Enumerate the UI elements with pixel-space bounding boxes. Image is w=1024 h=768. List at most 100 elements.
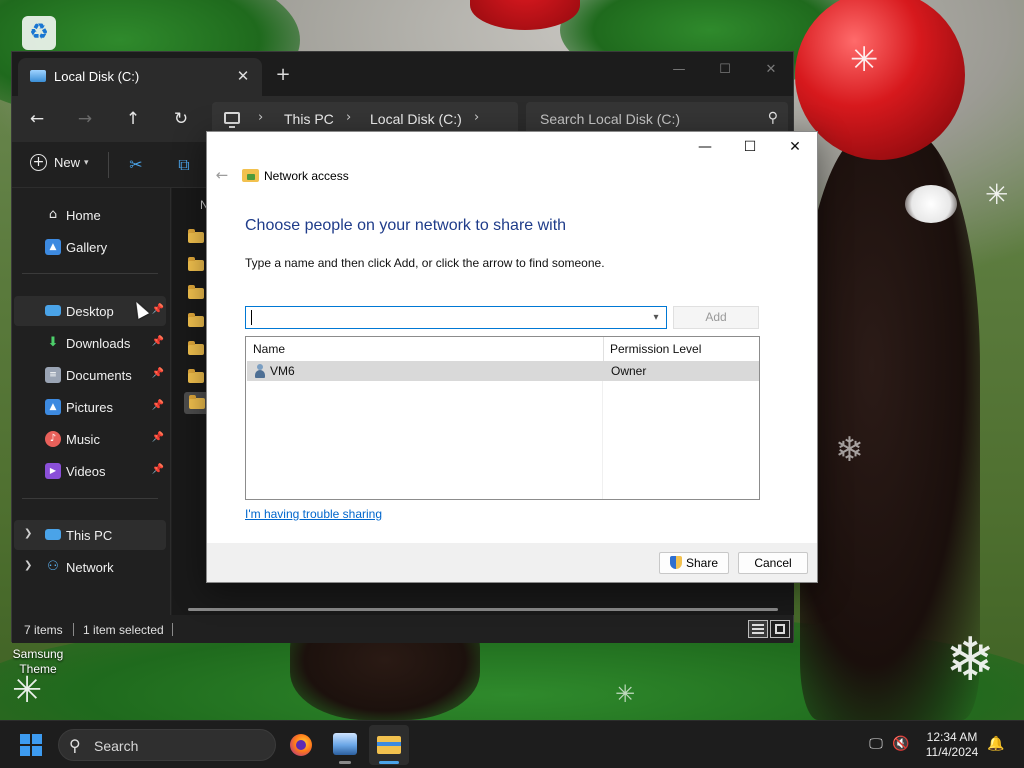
windows-logo-icon	[20, 734, 30, 744]
tiles-view-button[interactable]	[770, 620, 790, 638]
new-tab-button[interactable]: +	[272, 64, 294, 86]
row-permission[interactable]: Owner	[611, 364, 646, 378]
taskbar-search[interactable]: ⚲ Search	[58, 729, 276, 761]
toolbar-divider	[108, 152, 109, 178]
sharing-list: Name Permission Level VM6 Owner	[245, 336, 760, 500]
column-divider[interactable]	[603, 337, 604, 361]
start-button[interactable]	[20, 734, 42, 756]
firefox-button[interactable]	[281, 725, 321, 765]
dialog-instruction: Type a name and then click Add, or click…	[245, 256, 605, 270]
tab-title: Local Disk (C:)	[54, 69, 140, 84]
windows-logo-icon	[32, 734, 42, 744]
tiles-view-icon	[775, 624, 785, 634]
add-button[interactable]: Add	[673, 306, 759, 329]
folder-item[interactable]	[188, 257, 206, 272]
network-folder-icon	[242, 169, 259, 182]
copy-icon[interactable]: ⧉	[172, 153, 196, 177]
gallery-icon: ▲	[45, 239, 61, 255]
share-button[interactable]: Share	[659, 552, 729, 574]
recycle-bin-icon[interactable]: ♻	[22, 16, 56, 50]
trouble-sharing-link[interactable]: I'm having trouble sharing	[245, 507, 382, 521]
running-indicator	[339, 761, 351, 764]
maximize-button[interactable]: ☐	[708, 57, 742, 83]
windows-logo-icon	[32, 746, 42, 756]
breadcrumb-this-pc[interactable]: This PC	[284, 111, 334, 127]
image-app-button[interactable]	[325, 725, 365, 765]
folder-item[interactable]	[188, 341, 206, 356]
notification-bell-icon[interactable]: 🔔	[987, 735, 1005, 753]
sidebar-item-downloads[interactable]: ⬇ Downloads 📌	[14, 328, 166, 358]
share-label: Share	[685, 556, 719, 570]
pin-icon[interactable]: 📌	[152, 464, 164, 475]
sidebar-item-gallery[interactable]: ▲ Gallery	[14, 232, 166, 262]
chevron-right-icon[interactable]: ›	[258, 110, 263, 125]
pin-icon[interactable]: 📌	[152, 400, 164, 411]
volume-muted-icon[interactable]: 🔇	[892, 735, 910, 753]
new-button[interactable]: + New ▾	[30, 154, 89, 176]
user-name-input[interactable]	[249, 309, 639, 326]
sidebar-item-label: Pictures	[66, 400, 113, 415]
search-input[interactable]: Search Local Disk (C:)	[540, 111, 680, 127]
user-icon	[254, 364, 266, 378]
explorer-tab[interactable]: Local Disk (C:) ✕	[18, 58, 262, 96]
up-button[interactable]: ↑	[117, 104, 149, 134]
breadcrumb-local-disk[interactable]: Local Disk (C:)	[370, 111, 462, 127]
snowflake-icon: ✳	[615, 680, 636, 708]
sidebar-item-this-pc[interactable]: ❯ This PC	[14, 520, 166, 550]
item-count: 7 items	[24, 623, 63, 637]
chevron-right-icon[interactable]: ›	[346, 110, 351, 125]
pin-icon[interactable]: 📌	[152, 304, 164, 315]
back-button[interactable]: ←	[21, 104, 53, 134]
sidebar-item-network[interactable]: ❯ ⚇ Network	[14, 552, 166, 582]
pin-icon[interactable]: 📌	[152, 432, 164, 443]
desktop-icon-label[interactable]: Samsung Theme	[6, 647, 70, 677]
file-explorer-button[interactable]	[369, 725, 409, 765]
chevron-right-icon[interactable]: ❯	[24, 528, 32, 539]
active-indicator	[379, 761, 399, 764]
time: 12:34 AM	[926, 730, 978, 744]
folder-item[interactable]	[188, 369, 206, 384]
dialog-footer: Share Cancel	[207, 543, 817, 582]
sidebar-item-videos[interactable]: ▶ Videos 📌	[14, 456, 166, 486]
horizontal-scrollbar[interactable]	[188, 608, 778, 611]
column-header-permission[interactable]: Permission Level	[610, 337, 701, 361]
details-view-button[interactable]	[748, 620, 768, 638]
sidebar-item-documents[interactable]: ≡ Documents 📌	[14, 360, 166, 390]
chevron-down-icon[interactable]: ▾	[649, 310, 663, 325]
chevron-right-icon[interactable]: ›	[474, 110, 479, 125]
taskbar: ⚲ Search 🖵 🔇 12:34 AM 11/4/2024 🔔	[0, 720, 1024, 768]
folder-item[interactable]	[188, 313, 206, 328]
clock[interactable]: 12:34 AM 11/4/2024	[916, 730, 988, 760]
forward-button[interactable]: →	[69, 104, 101, 134]
sidebar-item-label: This PC	[66, 528, 113, 543]
folder-item[interactable]	[188, 229, 206, 244]
table-row[interactable]: VM6 Owner	[247, 361, 759, 381]
selection-count: 1 item selected	[83, 623, 164, 637]
refresh-button[interactable]: ↻	[165, 104, 197, 134]
nav-separator	[22, 498, 158, 499]
pin-icon[interactable]: 📌	[152, 368, 164, 379]
close-tab-icon[interactable]: ✕	[232, 65, 254, 87]
chevron-right-icon[interactable]: ❯	[24, 560, 32, 571]
close-button[interactable]: ✕	[772, 134, 818, 160]
pictures-icon: ▲	[45, 399, 61, 415]
back-arrow-icon[interactable]: ←	[211, 166, 233, 184]
navigation-pane: ⌂ Home ▲ Gallery Desktop 📌 ⬇ Downloads 📌…	[12, 188, 170, 615]
pin-icon[interactable]: 📌	[152, 336, 164, 347]
column-header-name[interactable]: Name	[253, 337, 285, 361]
status-divider	[172, 623, 173, 636]
folder-item[interactable]	[188, 285, 206, 300]
sidebar-item-music[interactable]: ♪ Music 📌	[14, 424, 166, 454]
network-tray-icon[interactable]: 🖵	[867, 735, 885, 753]
cancel-button[interactable]: Cancel	[738, 552, 808, 574]
close-window-button[interactable]: ✕	[754, 57, 788, 83]
maximize-button[interactable]: ☐	[727, 134, 773, 160]
row-name: VM6	[270, 364, 295, 378]
user-combobox[interactable]: ▾	[245, 306, 667, 329]
minimize-button[interactable]: —	[662, 57, 696, 83]
sidebar-item-pictures[interactable]: ▲ Pictures 📌	[14, 392, 166, 422]
sidebar-item-home[interactable]: ⌂ Home	[14, 200, 166, 230]
cut-icon[interactable]: ✂	[124, 153, 148, 177]
minimize-button[interactable]: —	[682, 134, 728, 160]
sidebar-item-label: Videos	[66, 464, 106, 479]
